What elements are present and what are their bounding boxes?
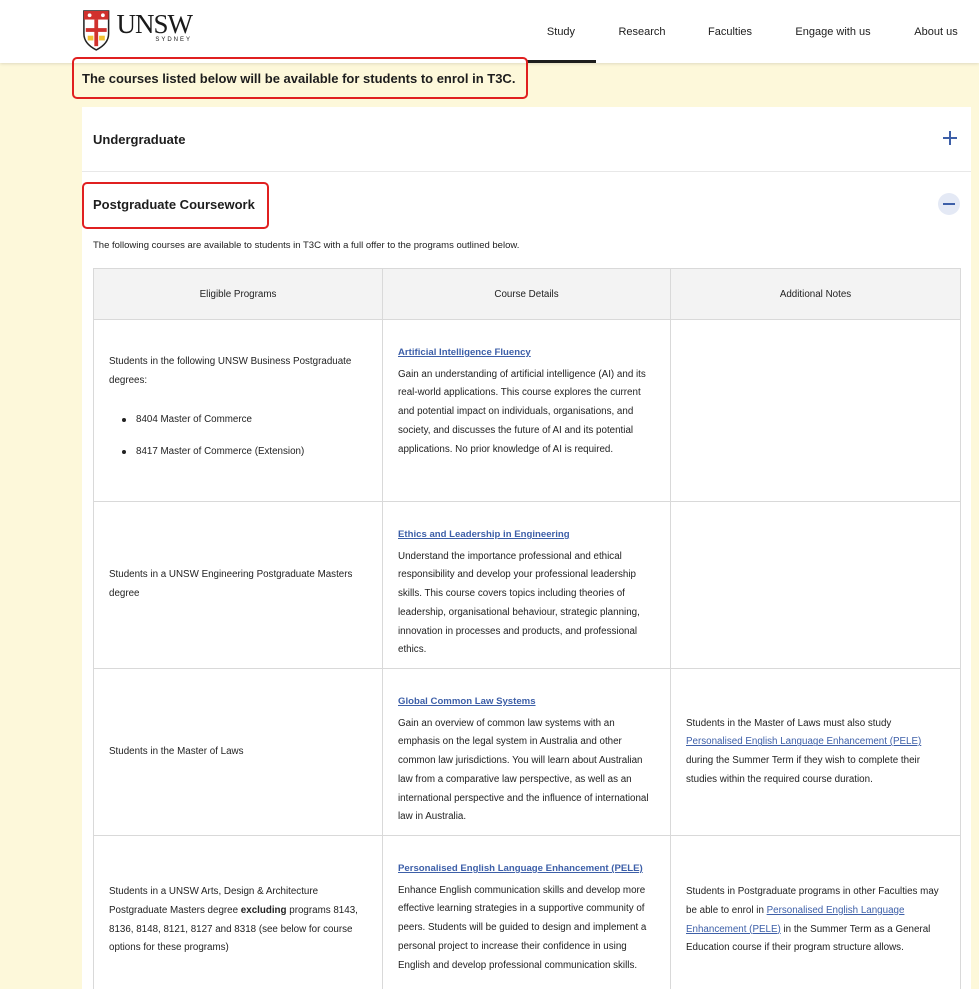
program-text: Students in a UNSW Engineering Postgradu… (109, 569, 353, 599)
additional-notes-cell: Students in the Master of Laws must also… (670, 668, 961, 836)
eligible-programs-cell: Students in the Master of Laws (93, 668, 383, 836)
course-description: Gain an understanding of artificial inte… (398, 368, 646, 455)
content-panel: Undergraduate Postgraduate Coursework Th… (82, 107, 971, 989)
course-description: Gain an overview of common law systems w… (398, 717, 649, 823)
accordion-title: Undergraduate (93, 131, 186, 147)
course-description: Enhance English communication skills and… (398, 884, 647, 971)
courses-table: Eligible Programs Course Details Additio… (93, 268, 961, 989)
t3c-notice: The courses listed below will be availab… (72, 57, 528, 99)
course-details-cell: Global Common Law Systems Gain an overvi… (382, 668, 671, 836)
program-list: 8404 Master of Commerce 8417 Master of C… (109, 404, 367, 468)
nav-item-study[interactable]: Study (526, 0, 596, 63)
table-row: Students in the following UNSW Business … (93, 319, 961, 502)
course-description: Understand the importance professional a… (398, 550, 640, 656)
table-header-row: Eligible Programs Course Details Additio… (93, 268, 961, 320)
course-link[interactable]: Global Common Law Systems (398, 693, 655, 712)
eligible-programs-cell: Students in a UNSW Arts, Design & Archit… (93, 835, 383, 989)
table-row: Students in a UNSW Engineering Postgradu… (93, 501, 961, 669)
notes-text: Students in the Master of Laws must also… (686, 717, 892, 729)
nav-item-research[interactable]: Research (606, 0, 678, 63)
course-details-cell: Ethics and Leadership in Engineering Und… (382, 501, 671, 669)
program-text: Students in the following UNSW Business … (109, 355, 352, 386)
list-item: 8417 Master of Commerce (Extension) (109, 436, 367, 468)
main-nav: Study Research Faculties Engage with us … (0, 0, 979, 63)
nav-item-about[interactable]: About us (903, 0, 969, 63)
additional-notes-cell: Students in Postgraduate programs in oth… (670, 835, 961, 989)
course-details-cell: Artificial Intelligence Fluency Gain an … (382, 319, 671, 502)
nav-item-engage[interactable]: Engage with us (788, 0, 878, 63)
eligible-programs-cell: Students in a UNSW Engineering Postgradu… (93, 501, 383, 669)
additional-notes-cell (670, 319, 961, 502)
minus-icon[interactable] (938, 193, 960, 215)
program-text: Students in the Master of Laws (109, 745, 244, 757)
highlight-box (82, 182, 269, 229)
intro-text: The following courses are available to s… (93, 240, 520, 251)
additional-notes-cell (670, 501, 961, 669)
eligible-programs-cell: Students in the following UNSW Business … (93, 319, 383, 502)
accordion-undergraduate[interactable]: Undergraduate (82, 107, 971, 171)
column-header: Eligible Programs (93, 268, 383, 320)
list-item: 8404 Master of Commerce (109, 404, 367, 436)
plus-icon[interactable] (943, 131, 957, 145)
course-details-cell: Personalised English Language Enhancemen… (382, 835, 671, 989)
site-header: UNSW SYDNEY Study Research Faculties Eng… (0, 0, 979, 63)
course-link[interactable]: Ethics and Leadership in Engineering (398, 526, 655, 545)
notes-text: during the Summer Term if they wish to c… (686, 755, 920, 785)
program-text-emphasis: excluding (240, 904, 287, 916)
course-link[interactable]: Artificial Intelligence Fluency (398, 344, 655, 363)
table-row: Students in the Master of Laws Global Co… (93, 668, 961, 836)
course-link[interactable]: Personalised English Language Enhancemen… (398, 860, 655, 879)
column-header: Additional Notes (670, 268, 961, 320)
table-row: Students in a UNSW Arts, Design & Archit… (93, 835, 961, 989)
column-header: Course Details (382, 268, 671, 320)
pele-link[interactable]: Personalised English Language Enhancemen… (686, 736, 921, 747)
nav-item-faculties[interactable]: Faculties (696, 0, 764, 63)
